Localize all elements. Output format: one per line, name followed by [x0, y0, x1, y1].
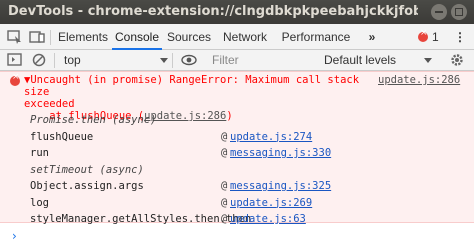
minimize-icon — [435, 11, 443, 13]
gear-icon[interactable] — [448, 51, 466, 69]
error-at-suffix: ) — [226, 110, 233, 122]
stack-frame: flushQueue — [30, 130, 94, 143]
menu-button[interactable]: ⋮ — [452, 24, 468, 50]
more-tabs-button[interactable]: » — [362, 24, 382, 50]
devtools-tabbar: Elements Console Sources Network Perform… — [0, 24, 474, 50]
stack-frame-link[interactable]: messaging.js:325 — [230, 180, 331, 192]
console-output: ▼Uncaught (in promise) RangeError: Maxim… — [0, 71, 474, 247]
async-separator: setTimeout (async) — [30, 163, 144, 176]
async-separator: Promise.then (async) — [30, 114, 157, 126]
minimize-button[interactable] — [431, 4, 447, 20]
tab-performance[interactable]: Performance — [274, 24, 358, 50]
console-prompt[interactable]: › — [12, 229, 17, 243]
error-message-block: ▼Uncaught (in promise) RangeError: Maxim… — [0, 71, 474, 225]
error-count[interactable]: 1 — [432, 24, 439, 50]
clear-console-icon[interactable] — [30, 51, 48, 69]
stack-frame: run — [30, 147, 49, 159]
eye-icon[interactable] — [180, 51, 198, 69]
chevron-down-icon[interactable] — [160, 58, 168, 63]
maximize-icon — [455, 8, 463, 16]
at-sign: @ — [221, 130, 228, 143]
toolbar-divider — [50, 30, 51, 45]
stack-frame: Object.assign.args — [30, 180, 144, 192]
toolbar-divider — [54, 53, 55, 68]
toolbar-divider — [172, 53, 173, 68]
window-titlebar: DevTools - chrome-extension://clngdbkpkp… — [0, 0, 474, 24]
stack-frame-link[interactable]: update.js:63 — [230, 213, 306, 225]
at-sign: @ — [221, 213, 228, 225]
chevron-down-icon[interactable] — [424, 58, 432, 63]
error-text: ▼Uncaught (in promise) RangeError: Maxim… — [24, 74, 360, 110]
tab-sources[interactable]: Sources — [162, 24, 216, 50]
error-icon — [10, 72, 20, 86]
stack-frame-link[interactable]: update.js:274 — [230, 131, 312, 143]
log-levels-dropdown[interactable]: Default levels — [324, 53, 396, 67]
filter-input[interactable] — [208, 51, 312, 69]
context-selector[interactable]: top — [64, 53, 81, 67]
error-source-link[interactable]: update.js:286 — [378, 74, 460, 86]
show-sidebar-icon[interactable] — [6, 51, 24, 69]
error-count-icon[interactable] — [418, 28, 428, 42]
stack-frame-link[interactable]: update.js:269 — [230, 197, 312, 209]
at-sign: @ — [221, 147, 228, 159]
at-sign: @ — [221, 180, 228, 192]
tab-network[interactable]: Network — [216, 24, 274, 50]
at-sign: @ — [221, 196, 228, 209]
window-title: DevTools - chrome-extension://clngdbkpkp… — [8, 4, 418, 19]
tab-console[interactable]: Console — [112, 24, 162, 50]
console-toolbar: top Default levels — [0, 50, 474, 71]
stack-frame: styleManager.getAllStyles.then.then — [30, 213, 252, 225]
error-at-link[interactable]: update.js:286 — [144, 110, 226, 122]
tab-elements[interactable]: Elements — [54, 24, 112, 50]
inspect-element-icon[interactable] — [6, 28, 24, 46]
stack-frame-link[interactable]: messaging.js:330 — [230, 147, 331, 159]
maximize-button[interactable] — [451, 4, 467, 20]
device-toolbar-icon[interactable] — [28, 28, 46, 46]
stack-frame: log — [30, 196, 49, 209]
